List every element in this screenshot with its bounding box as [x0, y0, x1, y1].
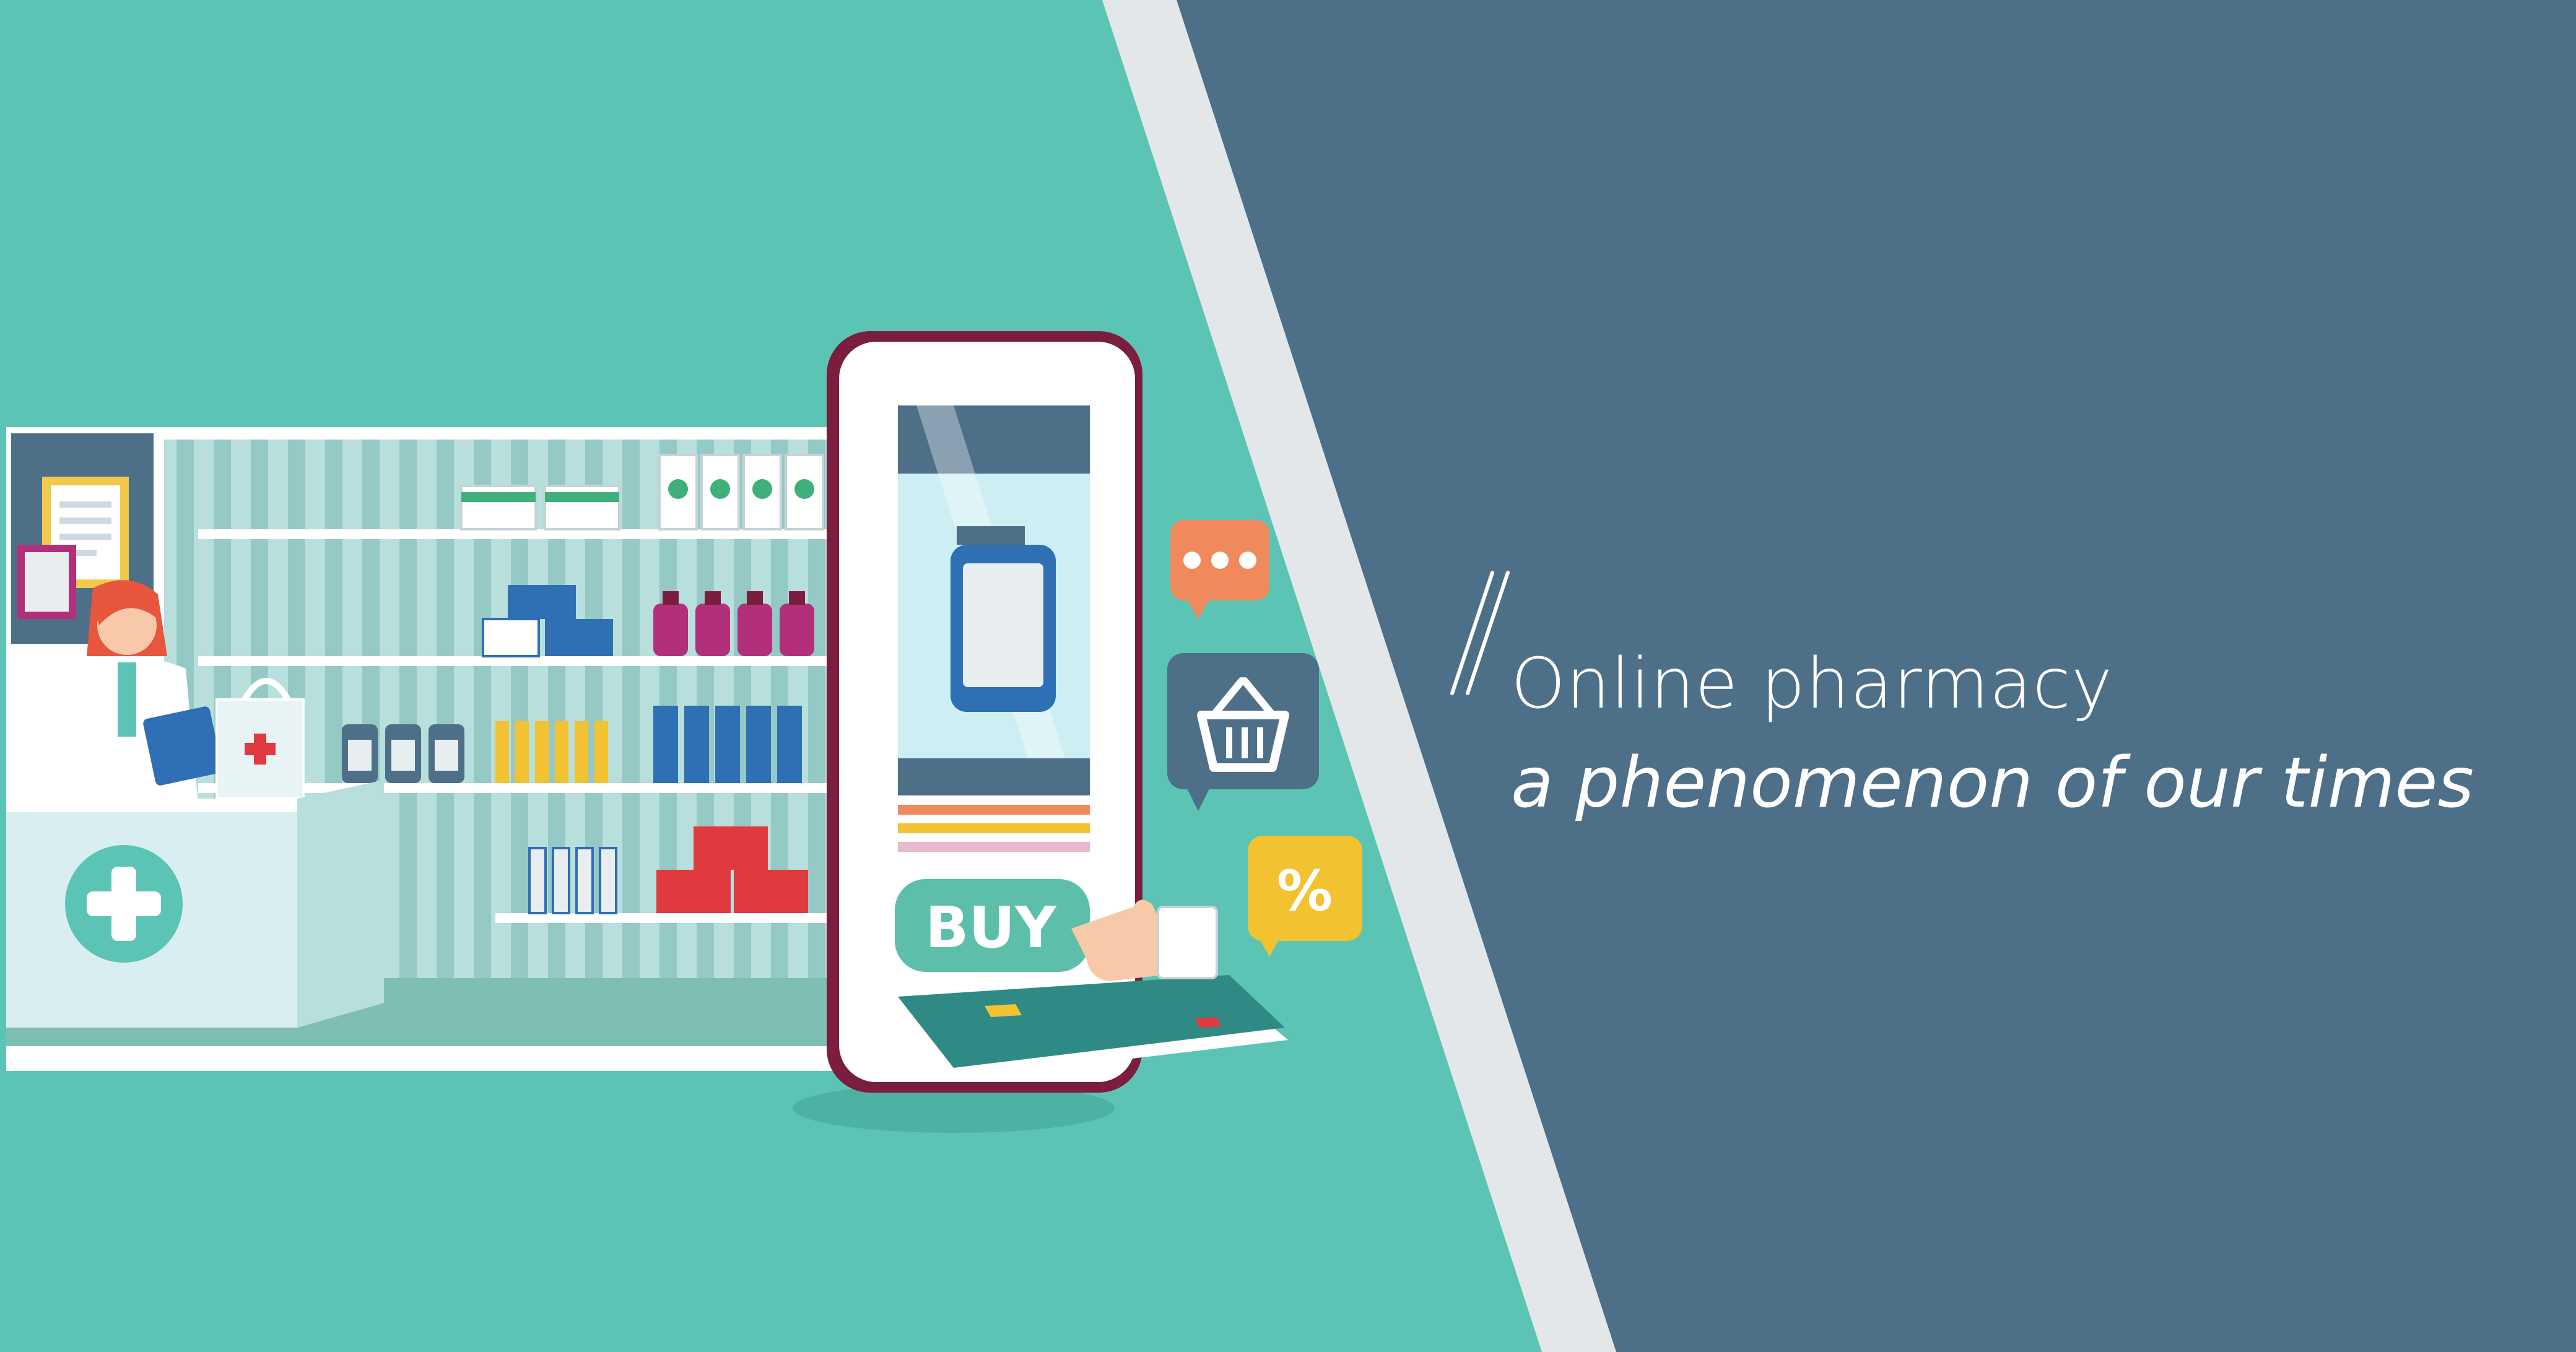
discount-badge-label: % — [1277, 859, 1333, 924]
headline-subtitle: a phenomenon of our times — [1511, 743, 2474, 823]
basket-icon — [1167, 653, 1319, 811]
shelf-4 — [495, 913, 836, 923]
headline: Online pharmacy a phenomenon of our time… — [1511, 638, 2474, 830]
buy-button-label: BUY — [925, 895, 1057, 961]
chat-bubble-icon — [1170, 520, 1269, 619]
shelf-2 — [198, 656, 836, 666]
clipboard — [143, 706, 222, 786]
shopping-bag — [215, 678, 305, 800]
buy-button[interactable]: BUY — [895, 879, 1095, 981]
counter — [6, 780, 384, 1028]
medicine-bottle — [951, 526, 1056, 712]
discount-badge: % — [1248, 836, 1362, 956]
headline-title: Online pharmacy — [1511, 644, 2113, 724]
shelf-1 — [198, 529, 836, 539]
pharmacy-store — [6, 427, 836, 1071]
